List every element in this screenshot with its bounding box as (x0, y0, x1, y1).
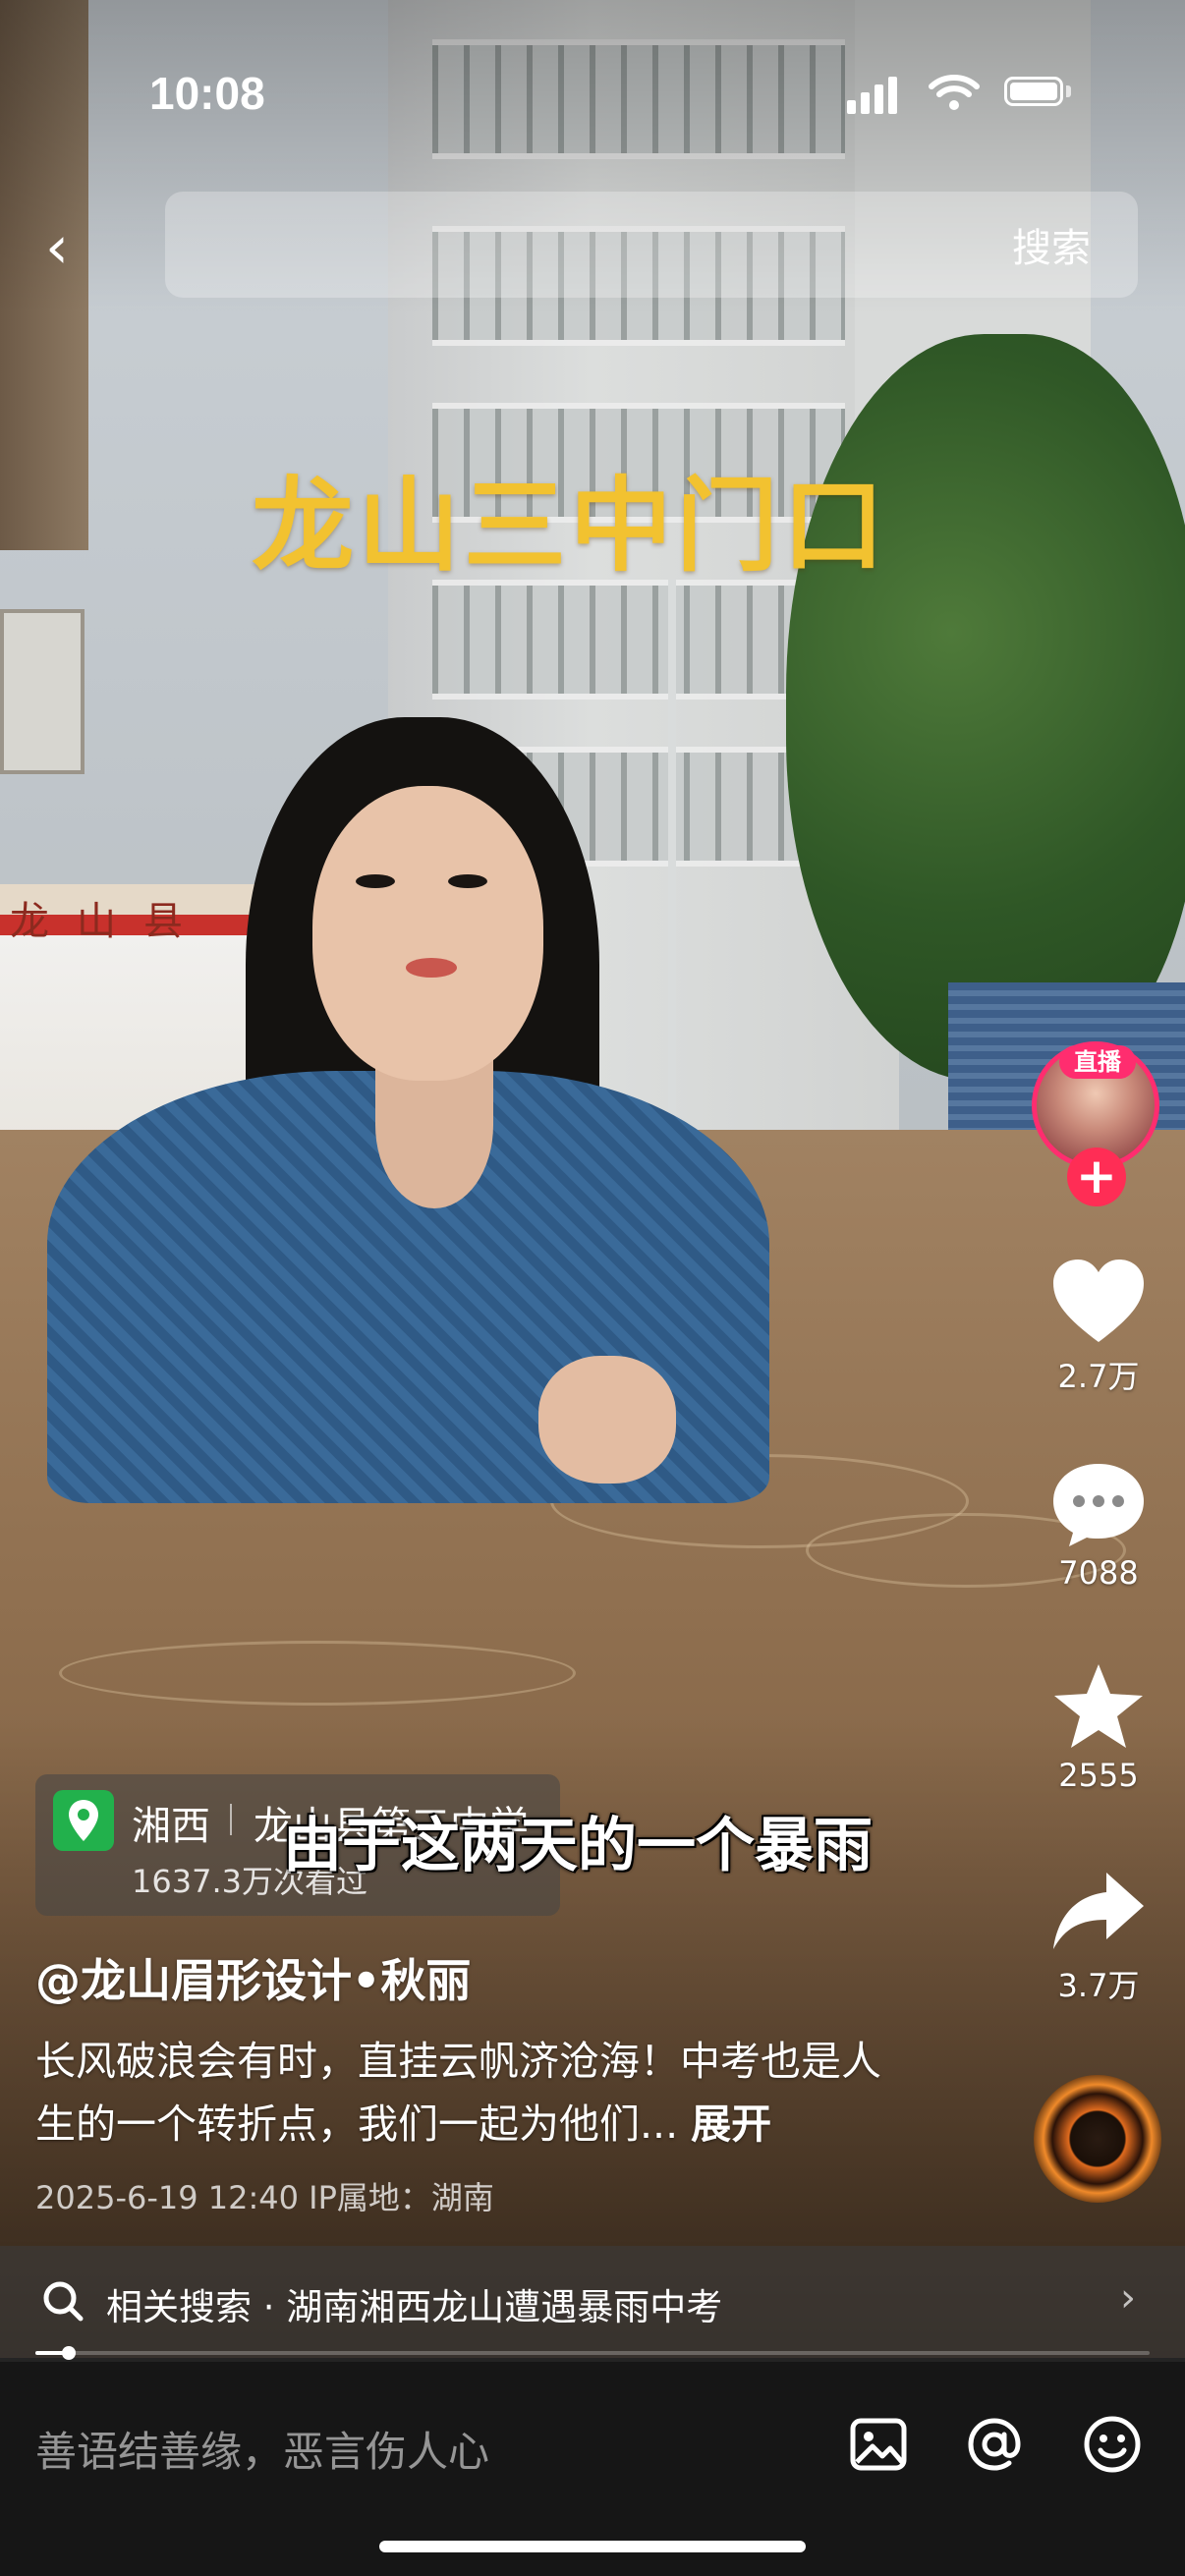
air-conditioner (0, 609, 85, 774)
signal-icon (847, 100, 856, 114)
comment-button[interactable]: 7088 (1040, 1458, 1157, 1592)
status-icons (847, 71, 1083, 114)
wifi-icon (929, 75, 980, 110)
search-button[interactable]: 搜索 (1012, 216, 1091, 273)
chevron-right-icon: › (1120, 2275, 1136, 2321)
share-button[interactable]: 3.7万 (1040, 1867, 1157, 2006)
playback-progress[interactable] (35, 2346, 1150, 2360)
status-time: 10:08 (149, 68, 265, 119)
home-indicator[interactable] (379, 2541, 806, 2552)
like-count: 2.7万 (1057, 1358, 1140, 1395)
lips (406, 958, 457, 978)
expand-button[interactable]: 展开 (691, 2100, 771, 2148)
heart-icon (1053, 1260, 1144, 1342)
post-description: 长风破浪会有时，直挂云帆济沧海！中考也是人生的一个转折点，我们一起为他们... … (35, 2030, 920, 2156)
live-badge: 直播 (1059, 1045, 1136, 1079)
progress-knob[interactable] (62, 2346, 77, 2360)
eye (448, 874, 487, 888)
at-icon[interactable] (963, 2413, 1026, 2476)
video-screen: 龙山县 10:08 ‹ 搜索 龙山三中门口 直播 + 2.7万 7088 255… (0, 0, 1185, 2576)
author-name[interactable]: @龙山眉形设计•秋丽 (35, 1945, 471, 2010)
person-face (312, 786, 543, 1081)
gate-sign: 龙山县 (10, 899, 210, 944)
battery-icon (1004, 77, 1063, 106)
follow-button[interactable]: + (1067, 1148, 1126, 1206)
search-icon (43, 2281, 84, 2322)
related-search-text: 相关搜索 · 湖南湘西龙山遭遇暴雨中考 (106, 2286, 723, 2328)
emoji-icon[interactable] (1081, 2413, 1144, 2476)
share-count: 3.7万 (1057, 1967, 1140, 2004)
music-disc[interactable] (1034, 2075, 1161, 2203)
location-region: 湘西 (132, 1804, 210, 1849)
favorite-button[interactable]: 2555 (1040, 1660, 1157, 1794)
search-input[interactable] (165, 192, 1138, 298)
location-separator (230, 1804, 232, 1835)
post-meta: 2025-6-19 12:40 IP属地：湖南 (35, 2179, 494, 2216)
like-button[interactable]: 2.7万 (1040, 1256, 1157, 1397)
star-icon (1054, 1664, 1143, 1748)
video-overlay-title: 龙山三中门口 (252, 466, 889, 586)
image-icon[interactable] (847, 2413, 910, 2476)
person-hand (538, 1356, 676, 1484)
eye (356, 874, 395, 888)
favorite-count: 2555 (1058, 1757, 1139, 1794)
share-icon (1053, 1873, 1144, 1949)
street-pole (668, 580, 676, 1130)
back-icon[interactable]: ‹ (45, 218, 85, 277)
location-pin-icon (53, 1790, 114, 1851)
comment-icon (1053, 1464, 1144, 1546)
video-subtitle: 由于这两天的一个暴雨 (283, 1812, 873, 1880)
comment-count: 7088 (1058, 1554, 1139, 1592)
comment-input[interactable]: 善语结善缘，恶言伤人心 (35, 2419, 489, 2479)
